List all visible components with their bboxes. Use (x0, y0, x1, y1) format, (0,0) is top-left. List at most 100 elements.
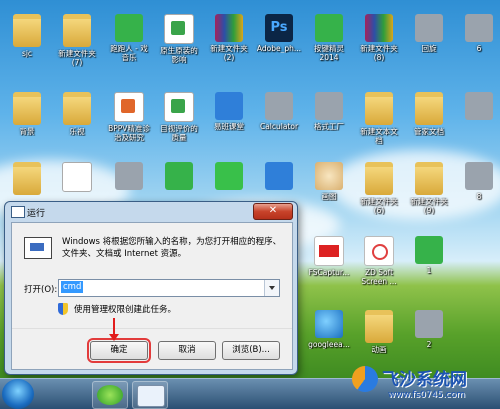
annotation-arrow (109, 318, 119, 341)
start-button[interactable] (2, 379, 34, 409)
taskbar-app-run[interactable] (132, 381, 168, 409)
desktop-icon-17[interactable]: 管家文档 (406, 92, 452, 148)
uac-shield-icon (58, 303, 68, 315)
desktop-icon-2[interactable]: 跑跑人 - 戏 音乐 (106, 14, 152, 70)
desktop-icon-11[interactable]: BPPV精准诊 治及研究 (106, 92, 152, 148)
fsc-icon (314, 236, 344, 266)
desktop-icon-8[interactable]: 回旋 (406, 14, 452, 70)
doc-icon (114, 92, 144, 122)
desktop-icon-7[interactable]: 新建文件夹 (8) (356, 14, 402, 70)
desktop-icon-label: 新建文件夹 (2) (210, 44, 248, 62)
desktop-icon-label: 背景 (19, 127, 35, 136)
ps-icon: Ps (265, 14, 293, 42)
close-button[interactable]: ✕ (253, 203, 293, 220)
desktop-icon-label: 按键精灵 2014 (314, 44, 344, 62)
browse-button[interactable]: 浏览(B)... (222, 341, 280, 360)
desktop-icon-label: googleea... (308, 340, 350, 349)
desktop-icon-label: Calculator (259, 122, 299, 131)
desktop-icon-label: FSCaptur... (308, 268, 350, 277)
desktop-icon-label: 画图 (321, 192, 337, 201)
desktop-icon-label: 动画 (371, 345, 387, 354)
desktop-icon-label: 新建文件夹 (9) (410, 197, 448, 215)
app-icon (315, 14, 343, 42)
run-dialog-body: Windows 将根据您所输入的名称，为您打开相应的程序、文件夹、文档或 Int… (11, 222, 293, 370)
desktop-icon-label: ZD Soft Screen ... (361, 268, 397, 286)
run-dialog-titlebar[interactable]: 运行 ✕ (5, 202, 297, 221)
desktop-icon-26[interactable]: 新建文件夹 (9) (406, 162, 452, 218)
desktop-icon-28[interactable]: FSCaptur... (306, 236, 352, 292)
doc-icon (164, 92, 194, 122)
folder-icon (63, 14, 91, 47)
desktop-icon-3[interactable]: 原生原装的 影响 (156, 14, 202, 70)
run-window-icon (11, 206, 25, 218)
desktop-icon-31[interactable]: googleea... (306, 310, 352, 366)
desktop-icon-label: 原生原装的 影响 (160, 46, 198, 64)
desktop-icon-34[interactable] (456, 92, 500, 148)
watermark-url: www.fs0745.com (388, 390, 465, 400)
app-icon (315, 92, 343, 120)
desktop-icon-30[interactable]: 1 (406, 236, 452, 292)
desktop-icon-33[interactable]: 2 (406, 310, 452, 366)
run-program-icon (24, 237, 52, 259)
media-icon (364, 236, 394, 266)
run-dialog-title: 运行 (27, 209, 46, 219)
ok-button[interactable]: 确定 (87, 338, 151, 363)
desktop-icon-29[interactable]: ZD Soft Screen ... (356, 236, 402, 292)
desktop-icon-16[interactable]: 新建文本文 档 (356, 92, 402, 148)
folder-icon (415, 162, 443, 195)
app-icon (165, 162, 193, 190)
desktop-icon-5[interactable]: Ps Adobe_ph... (256, 14, 302, 70)
folder-icon (365, 162, 393, 195)
desktop-icon-label: 2 (426, 340, 432, 349)
desktop-icon-24[interactable]: 画图 (306, 162, 352, 218)
wechat-icon (215, 162, 243, 190)
app-icon (265, 92, 293, 120)
run-description: Windows 将根据您所输入的名称，为您打开相应的程序、文件夹、文档或 Int… (62, 237, 282, 259)
desktop-icon-9[interactable]: 背景 (4, 92, 50, 148)
desktop-icon-13[interactable]: 易班课堂 (206, 92, 252, 148)
desktop-icon-label: 8 (476, 192, 482, 201)
desktop-icon-32[interactable]: 动画 (356, 310, 402, 366)
run-dialog: 运行 ✕ Windows 将根据您所输入的名称，为您打开相应的程序、文件夹、文档… (4, 201, 298, 375)
desktop-icon-0[interactable]: sjc (4, 14, 50, 70)
app-icon (115, 14, 143, 42)
desktop-icon-label: 新建文本文 档 (360, 127, 398, 145)
desktop-icon-1[interactable]: 新建文件夹 (7) (54, 14, 100, 70)
cancel-button[interactable]: 取消 (158, 341, 216, 360)
desktop-icon-4[interactable]: 新建文件夹 (2) (206, 14, 252, 70)
desktop-icon-12[interactable]: 目视评价的 质量 (156, 92, 202, 148)
taskbar-app-360[interactable] (92, 381, 128, 409)
folder-icon (13, 162, 41, 195)
chrome-icon (315, 310, 343, 338)
desktop-icon-25[interactable]: 新建文件夹 (6) (356, 162, 402, 218)
doc-icon (164, 14, 194, 44)
desktop-icon-15[interactable]: 格式工厂 (306, 92, 352, 148)
doc-icon (62, 162, 92, 192)
chevron-down-icon[interactable] (264, 280, 279, 296)
app-icon (115, 162, 143, 190)
admin-note: 使用管理权限创建此任务。 (74, 305, 177, 315)
desktop-icon-label: 新建文件夹 (7) (58, 49, 96, 67)
folder-icon (63, 92, 91, 125)
desktop-icon-14[interactable]: Calculator (256, 92, 302, 148)
desktop-icon-27[interactable]: 8 (456, 162, 500, 218)
desktop-icon-label: 跑跑人 - 戏 音乐 (110, 44, 148, 62)
desktop-icon-label: 乐视 (69, 127, 85, 136)
watermark-logo-icon (352, 366, 378, 392)
desktop-icon-label: 易班课堂 (214, 122, 244, 131)
desktop-icon-35[interactable]: 6 (456, 14, 500, 70)
desktop-icon-label: 管家文档 (414, 127, 444, 136)
desktop-icon-label: Adobe_ph... (256, 44, 302, 53)
desktop-icon-label: 1 (426, 266, 432, 275)
rar-icon (365, 14, 393, 42)
open-input-value[interactable]: cmd (61, 281, 84, 293)
open-combobox[interactable]: cmd (58, 279, 280, 297)
desktop-icon-10[interactable]: 乐视 (54, 92, 100, 148)
folder-icon (365, 310, 393, 343)
desktop-icon-6[interactable]: 按键精灵 2014 (306, 14, 352, 70)
folder-icon (365, 92, 393, 125)
folder-icon (415, 92, 443, 125)
open-label: 打开(O): (24, 285, 58, 295)
folder-icon (13, 14, 41, 47)
app-icon (465, 162, 493, 190)
